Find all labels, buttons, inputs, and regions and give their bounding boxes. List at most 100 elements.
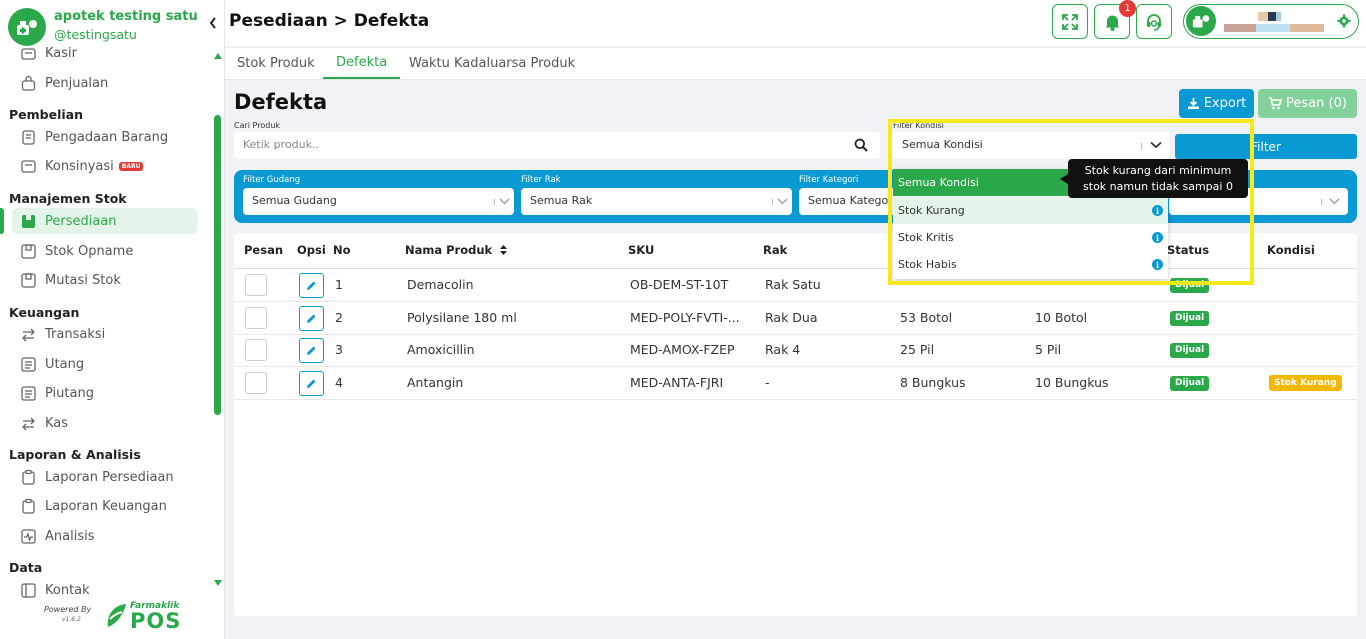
tooltip-arrow [1060,174,1068,184]
notification-button[interactable]: 1 [1094,0,1136,39]
sidebar-scrollbar[interactable] [212,53,224,593]
dropdown-option-stok-kurang[interactable]: Stok Kurang i [893,197,1168,224]
cell-rak: Rak Satu [765,277,821,292]
sidebar-item-label: Laporan Persediaan [45,469,174,485]
new-badge: BARU [118,161,144,171]
box-transfer-icon [21,272,36,288]
sort-icon[interactable] [500,245,508,255]
table-row: 3 Amoxicillin MED-AMOX-FZEP Rak 4 25 Pil… [234,334,1357,367]
filter-gudang-select[interactable]: Semua Gudang [243,188,514,215]
filter-button[interactable]: Filter [1175,134,1357,159]
row-checkbox[interactable] [245,274,267,296]
sidebar-item-piutang[interactable]: Piutang [12,380,198,406]
col-header-status: Status [1167,243,1210,257]
scroll-down-arrow-icon[interactable] [214,580,222,586]
chevron-down-icon [1329,198,1340,205]
pesan-button[interactable]: Pesan (0) [1258,89,1357,118]
status-badge: Dijual [1170,311,1210,326]
sidebar-item-label: Pengadaan Barang [45,129,169,145]
tooltip-line-2: stok namun tidak sampai 0 [1083,180,1233,193]
cell-nama: Demacolin [407,277,474,292]
info-icon[interactable]: i [1152,205,1163,216]
section-title-manajemen-stok: Manajemen Stok [9,191,127,206]
chevron-down-icon[interactable] [1150,141,1162,149]
sidebar-item-konsinyasi[interactable]: Konsinyasi BARU [12,153,198,179]
sidebar-item-kontak[interactable]: Kontak [12,577,198,598]
edit-button[interactable] [299,273,324,298]
tab-stok-produk[interactable]: Stok Produk [237,48,315,79]
edit-button[interactable] [299,338,324,363]
sidebar-item-analisis[interactable]: Analisis [12,523,198,549]
info-icon[interactable]: i [1152,232,1163,243]
sidebar-item-label: Mutasi Stok [45,272,121,288]
gear-icon[interactable] [1337,14,1351,28]
filter-kategori-select[interactable]: Semua Katego [799,188,899,215]
collapse-sidebar-button[interactable] [206,14,220,32]
row-checkbox[interactable] [245,372,267,394]
headset-icon [1147,13,1161,31]
sidebar-item-kasir[interactable]: Kasir [12,46,198,66]
document-icon [22,129,35,145]
sidebar-item-persediaan[interactable]: Persediaan [12,208,198,234]
info-icon[interactable]: i [1152,259,1163,270]
edit-button[interactable] [299,306,324,331]
sidebar-item-laporan-keuangan[interactable]: Laporan Keuangan [12,493,198,519]
app-name: apotek testing satu [54,9,198,24]
tab-defekta[interactable]: Defekta [323,48,401,79]
fullscreen-button[interactable] [1052,4,1088,39]
pencil-icon [307,379,316,388]
edit-button[interactable] [299,371,324,396]
profile-menu[interactable] [1183,4,1359,39]
sidebar-item-stok-opname[interactable]: Stok Opname [12,238,198,264]
dropdown-option-label: Semua Kondisi [898,176,979,189]
kondisi-badge: Stok Kurang [1269,375,1342,391]
kondisi-select[interactable]: Semua Kondisi [893,132,1170,159]
dropdown-option-stok-kritis[interactable]: Stok Kritis i [893,224,1168,251]
sidebar-item-utang[interactable]: Utang [12,351,198,377]
support-button[interactable] [1136,4,1172,39]
pencil-icon [307,314,316,323]
sidebar-item-label: Piutang [45,385,94,401]
cell-no: 1 [335,277,343,292]
filter-rak-select[interactable]: Semua Rak [521,188,792,215]
sidebar-item-transaksi[interactable]: Transaksi [12,321,198,347]
active-indicator [0,208,4,234]
export-button[interactable]: Export [1179,89,1254,118]
scrollbar-thumb[interactable] [214,115,221,415]
info-tooltip: Stok kurang dari minimum stok namun tida… [1068,159,1248,198]
farmaklik-logo: Farmaklik POS [104,601,184,633]
filter-kategori-label: Filter Kategori [799,175,859,185]
filter-gudang-value: Semua Gudang [252,194,337,207]
sidebar-item-pengadaan-barang[interactable]: Pengadaan Barang [12,124,198,150]
search-label: Cari Produk [234,121,281,130]
tab-waktu-kadaluarsa[interactable]: Waktu Kadaluarsa Produk [409,48,575,79]
notification-count-badge: 1 [1119,0,1136,17]
cell-rak: Rak 4 [765,342,801,357]
cell-nama: Antangin [407,375,464,390]
search-icon[interactable] [854,138,868,152]
farmaklik-leaf-icon [107,604,126,627]
select-separator [1141,143,1142,149]
row-checkbox[interactable] [245,339,267,361]
scroll-up-arrow-icon[interactable] [214,53,222,59]
cell-rak: Rak Dua [765,310,818,325]
dropdown-option-stok-habis[interactable]: Stok Habis i [893,251,1168,278]
select-separator [1321,199,1322,205]
col-header-nama-produk[interactable]: Nama Produk [405,243,508,257]
sidebar-item-kas[interactable]: Kas [12,410,198,436]
transfer-arrows-icon [22,417,35,430]
sidebar-item-penjualan[interactable]: Penjualan [12,70,198,96]
redacted-profile-name [1224,12,1324,32]
pharmacy-logo-icon [8,8,46,46]
row-checkbox[interactable] [245,307,267,329]
select-separator [494,199,495,205]
search-input[interactable] [243,138,843,151]
cell-min-stok: 10 Bungkus [1035,375,1109,390]
sidebar-item-laporan-persediaan[interactable]: Laporan Persediaan [12,464,198,490]
sidebar-item-label: Kasir [45,46,77,61]
sidebar-item-label: Laporan Keuangan [45,498,167,514]
status-badge: Dijual [1170,343,1210,358]
sidebar-item-label: Transaksi [45,326,106,342]
status-badge: Dijual [1170,376,1210,391]
sidebar-item-mutasi-stok[interactable]: Mutasi Stok [12,267,198,293]
